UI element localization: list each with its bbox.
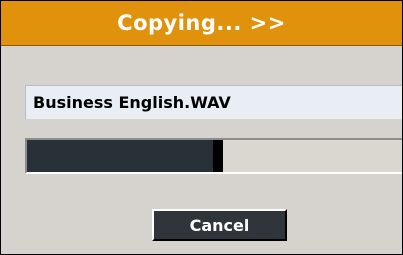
copy-progress-bar (25, 138, 402, 174)
dialog-title: Copying... >> (117, 11, 286, 35)
dialog-content: Business English.WAV Cancel (1, 46, 402, 254)
progress-marker (213, 140, 224, 172)
progress-fill (27, 140, 219, 172)
cancel-button[interactable]: Cancel (152, 209, 287, 241)
copy-dialog: Copying... >> Business English.WAV Cance… (0, 0, 403, 255)
file-name-label: Business English.WAV (25, 85, 402, 119)
dialog-title-bar: Copying... >> (1, 1, 402, 46)
